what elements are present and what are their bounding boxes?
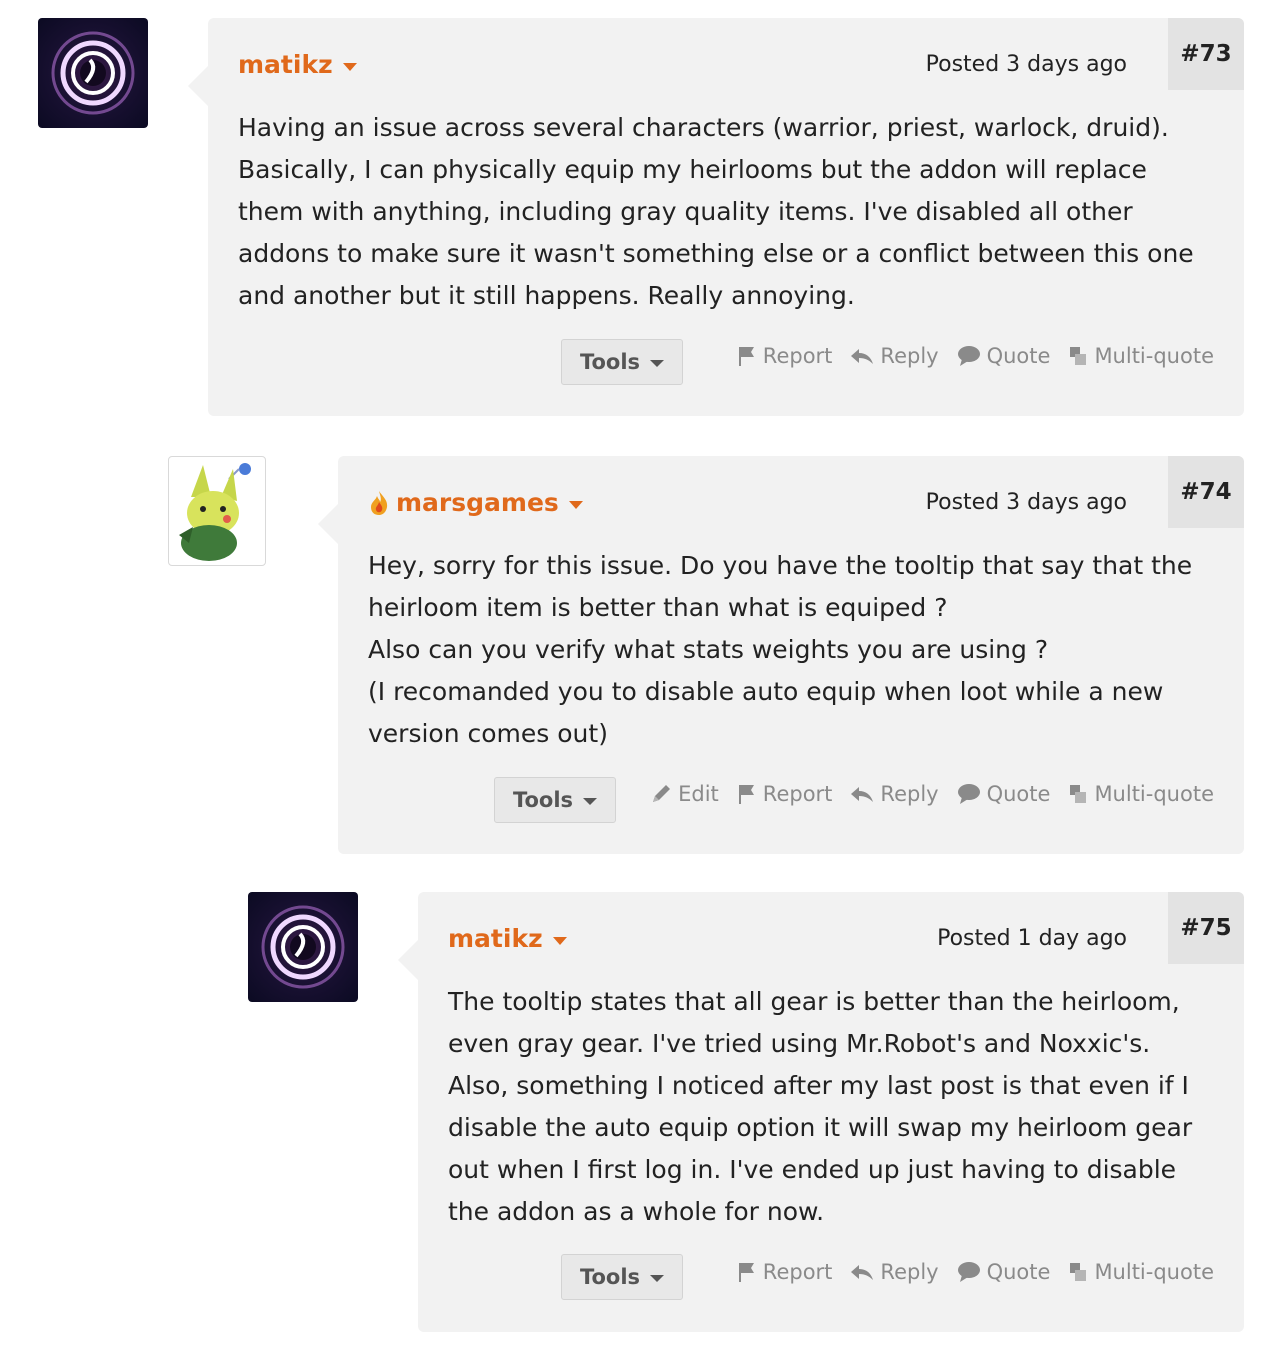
reply-button[interactable]: Reply [850,1260,939,1284]
reply-button[interactable]: Reply [850,344,939,368]
multi-quote-icon [1070,1263,1087,1281]
creature-avatar-icon [179,463,251,561]
chevron-down-icon [583,798,598,805]
reply-button[interactable]: Reply [850,782,939,806]
quote-button[interactable]: Quote [957,782,1050,806]
post-number[interactable]: #74 [1168,456,1244,528]
multi-quote-icon [1070,785,1087,803]
post-date[interactable]: Posted 1 day ago [937,926,1127,951]
chevron-down-icon [650,360,665,367]
multi-quote-icon [1070,347,1087,365]
flag-icon [738,347,754,366]
pencil-icon [653,785,671,802]
multi-quote-button[interactable]: Multi-quote [1068,344,1214,368]
report-button[interactable]: Report [737,344,832,368]
post-actions: Report Reply Quote Multi-quote [737,344,1214,368]
reply-arrow-icon [851,349,874,364]
post-date[interactable]: Posted 3 days ago [926,52,1127,77]
speech-bubble-icon [957,346,980,366]
avatar[interactable] [38,18,148,128]
post-number[interactable]: #75 [1168,892,1244,964]
reply-arrow-icon [851,1265,874,1280]
speech-bubble-icon [957,784,980,804]
multi-quote-button[interactable]: Multi-quote [1068,1260,1214,1284]
report-button[interactable]: Report [737,782,832,806]
post-body: Having an issue across several character… [238,113,1194,310]
post-date[interactable]: Posted 3 days ago [926,490,1127,515]
chevron-down-icon[interactable] [342,62,357,71]
post-body: The tooltip states that all gear is bett… [448,987,1193,1226]
quote-button[interactable]: Quote [957,344,1050,368]
post-card: #74 marsgames Posted 3 days ago Hey, sor… [318,456,1244,854]
post-actions: Edit Report Reply Quote Multi-quote [650,782,1214,806]
tools-button[interactable]: Tools [494,777,616,823]
tools-button[interactable]: Tools [561,339,683,385]
speech-bubble-icon [957,1262,980,1282]
author-name[interactable]: matikz [238,50,357,79]
quote-button[interactable]: Quote [957,1260,1050,1284]
flame-icon [371,490,388,515]
flag-icon [738,1263,754,1282]
edit-button[interactable]: Edit [650,782,719,806]
post-number[interactable]: #73 [1168,18,1244,90]
reply-arrow-icon [851,787,874,802]
post-actions: Report Reply Quote Multi-quote [737,1260,1214,1284]
tools-button[interactable]: Tools [561,1254,683,1300]
author-name[interactable]: marsgames [368,488,583,517]
report-button[interactable]: Report [737,1260,832,1284]
post-body: Hey, sorry for this issue. Do you have t… [368,551,1193,748]
chevron-down-icon[interactable] [568,500,583,509]
multi-quote-button[interactable]: Multi-quote [1068,782,1214,806]
author-name[interactable]: matikz [448,924,567,953]
flag-icon [738,785,754,804]
vortex-avatar-icon [51,31,135,115]
chevron-down-icon[interactable] [552,936,567,945]
post-card: #73 matikz Posted 3 days ago Having an i… [188,18,1244,416]
post-card: #75 matikz Posted 1 day ago The tooltip … [398,892,1244,1332]
vortex-avatar-icon [261,905,345,989]
chevron-down-icon [650,1275,665,1282]
avatar[interactable] [248,892,358,1002]
avatar[interactable] [168,456,266,566]
